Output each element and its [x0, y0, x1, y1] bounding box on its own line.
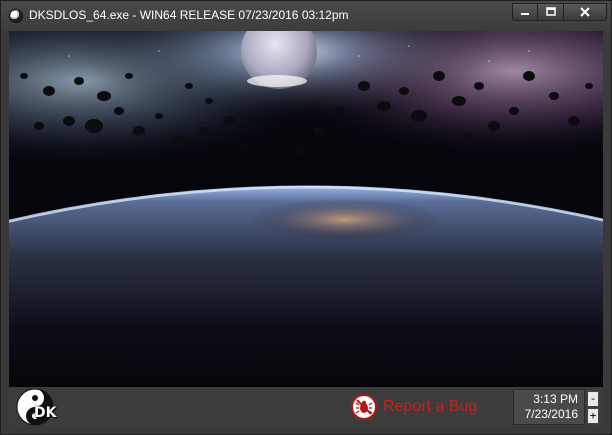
app-window: DKSDLOS_64.exe - WIN64 RELEASE 07/23/201…	[0, 0, 612, 435]
space-scene-image	[9, 31, 603, 387]
clock-date: 7/23/2016	[524, 407, 578, 421]
clock-time: 3:13 PM	[533, 392, 578, 406]
window-title: DKSDLOS_64.exe - WIN64 RELEASE 07/23/201…	[29, 8, 349, 22]
increase-button[interactable]: +	[587, 408, 599, 424]
app-icon[interactable]	[9, 9, 23, 23]
minimize-icon	[521, 13, 529, 15]
report-bug-button[interactable]: Report a Bug	[351, 393, 477, 421]
clock-display: 3:13 PM 7/23/2016	[513, 389, 585, 425]
minimize-button[interactable]	[512, 3, 538, 21]
maximize-button[interactable]	[538, 3, 563, 21]
close-button[interactable]	[563, 3, 607, 21]
logo-text: DK	[34, 405, 57, 421]
dk-logo: DK	[15, 387, 57, 427]
bug-icon	[351, 394, 377, 420]
render-viewport[interactable]	[9, 31, 603, 387]
close-icon	[580, 7, 590, 17]
maximize-icon	[545, 7, 556, 16]
decrease-button[interactable]: -	[587, 391, 599, 407]
status-bar: DK Report a Bug 3:13 PM 7/23/2016 - +	[9, 387, 603, 427]
caption-buttons	[512, 3, 607, 21]
report-bug-label: Report a Bug	[383, 398, 478, 415]
title-bar[interactable]: DKSDLOS_64.exe - WIN64 RELEASE 07/23/201…	[1, 1, 611, 31]
